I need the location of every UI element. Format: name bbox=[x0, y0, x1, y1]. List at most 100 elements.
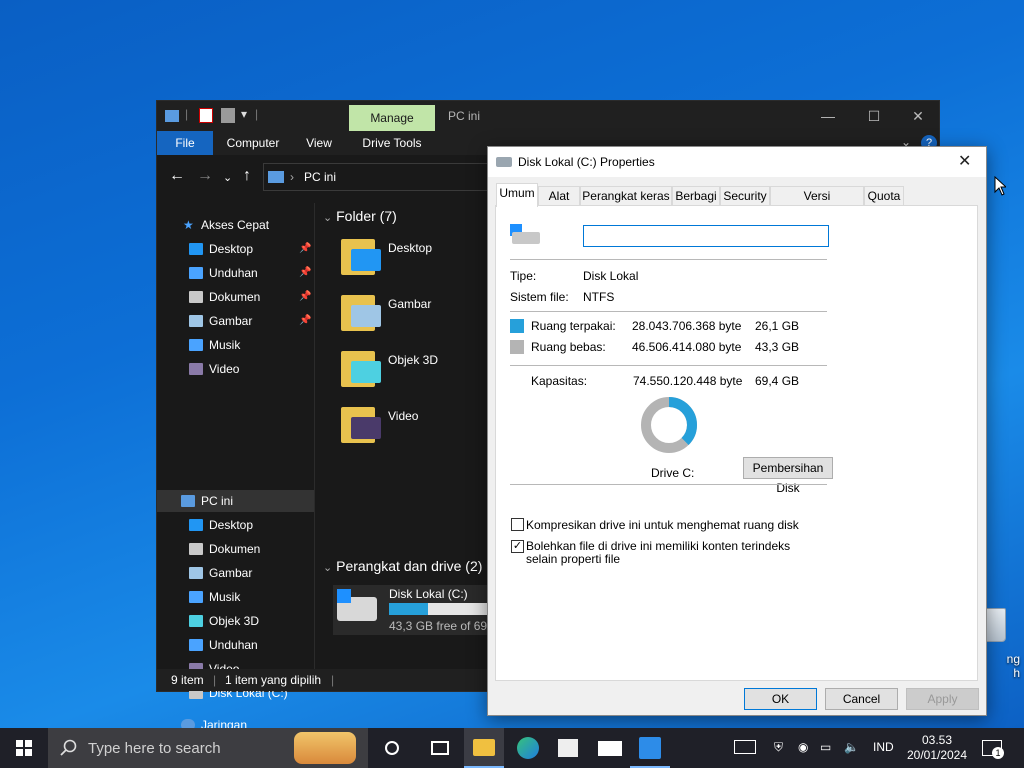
drive-c-tile[interactable]: Disk Lokal (C:) 43,3 GB free of 69,4 GB bbox=[333, 585, 493, 635]
nav-item-unduhan[interactable]: Unduhan bbox=[157, 634, 314, 656]
windows-logo-icon bbox=[16, 740, 32, 756]
pin-icon[interactable]: 📌 bbox=[299, 262, 311, 284]
index-label[interactable]: Bolehkan file di drive ini memiliki kont… bbox=[526, 540, 816, 566]
recent-locations-icon[interactable]: ⌄ bbox=[223, 171, 232, 184]
star-icon: ★ bbox=[183, 218, 194, 232]
edge-taskbar-button[interactable] bbox=[508, 728, 548, 768]
new-folder-icon[interactable] bbox=[221, 108, 235, 123]
pin-icon[interactable]: 📌 bbox=[299, 310, 311, 332]
minimize-button[interactable]: — bbox=[805, 101, 851, 131]
nav-item-desktop[interactable]: Desktop 📌 bbox=[157, 238, 314, 260]
drive-usage-fill bbox=[389, 603, 429, 615]
notification-icon[interactable]: 1 bbox=[982, 740, 1004, 759]
nav-item-gambar[interactable]: Gambar 📌 bbox=[157, 310, 314, 332]
nav-pc-ini[interactable]: PC ini bbox=[157, 490, 314, 512]
compress-label[interactable]: Kompresikan drive ini untuk menghemat ru… bbox=[526, 518, 799, 532]
nav-item-unduhan[interactable]: Unduhan 📌 bbox=[157, 262, 314, 284]
nav-item-desktop[interactable]: Desktop bbox=[157, 514, 314, 536]
nav-label: Dokumen bbox=[209, 290, 261, 304]
news-icon[interactable] bbox=[734, 740, 756, 754]
index-checkbox[interactable]: ✓ bbox=[511, 540, 524, 553]
tab-quota[interactable]: Quota bbox=[864, 186, 904, 206]
disk-cleanup-button[interactable]: Pembersihan Disk bbox=[743, 457, 833, 495]
divider bbox=[510, 365, 827, 366]
language-indicator[interactable]: IND bbox=[873, 740, 894, 754]
free-color-swatch bbox=[510, 340, 524, 354]
nav-label: Gambar bbox=[209, 314, 253, 328]
customize-qa-icon[interactable]: ▾ bbox=[241, 107, 247, 121]
nav-item-icon bbox=[189, 615, 203, 627]
cortana-button[interactable] bbox=[372, 728, 412, 768]
folder-label[interactable]: Desktop bbox=[388, 241, 432, 255]
mail-taskbar-button[interactable] bbox=[590, 728, 630, 768]
forward-arrow-icon[interactable]: → bbox=[197, 167, 213, 185]
tab-manage[interactable]: Manage bbox=[349, 105, 435, 132]
drive-name: Disk Lokal (C:) bbox=[389, 587, 468, 601]
properties-taskbar-button[interactable] bbox=[630, 728, 670, 768]
drive-c-label: Drive C: bbox=[651, 466, 695, 480]
folder-videos-icon[interactable] bbox=[341, 403, 383, 445]
drive-free-text: 43,3 GB free of 69,4 GB bbox=[389, 619, 493, 633]
tab-view[interactable]: View bbox=[299, 131, 339, 155]
drives-group-header[interactable]: ⌄ Perangkat dan drive (2) bbox=[323, 558, 482, 574]
folder-3d-objects-icon[interactable] bbox=[341, 347, 383, 389]
close-button[interactable]: ✕ bbox=[895, 101, 941, 131]
apply-button[interactable]: Apply bbox=[906, 688, 979, 710]
nav-item-objek-3d[interactable]: Objek 3D bbox=[157, 610, 314, 632]
clock[interactable]: 03.53 20/01/2024 bbox=[906, 733, 968, 763]
nav-item-dokumen[interactable]: Dokumen 📌 bbox=[157, 286, 314, 308]
pin-icon[interactable]: 📌 bbox=[299, 286, 311, 308]
tab-berbagi[interactable]: Berbagi bbox=[672, 186, 720, 206]
pin-icon[interactable]: 📌 bbox=[299, 238, 311, 260]
tab-perangkat-keras[interactable]: Perangkat keras bbox=[580, 186, 672, 206]
volume-muted-icon[interactable]: 🔈 bbox=[844, 740, 859, 754]
tab-versi-sebelumnya[interactable]: Versi Sebelumnya bbox=[770, 186, 864, 221]
item-count: 9 item bbox=[171, 673, 204, 687]
security-shield-icon[interactable]: ⛨ bbox=[774, 740, 783, 755]
nav-label: Gambar bbox=[209, 566, 253, 580]
navigation-pane: ★ Akses Cepat Desktop 📌 Unduhan 📌 Dokumen 📌 Ga… bbox=[157, 203, 315, 732]
start-button[interactable] bbox=[0, 728, 48, 768]
divider bbox=[510, 311, 827, 312]
nav-item-dokumen[interactable]: Dokumen bbox=[157, 538, 314, 560]
folder-label[interactable]: Gambar bbox=[388, 297, 431, 311]
chevron-down-icon: ⌄ bbox=[323, 562, 333, 574]
nav-item-icon bbox=[189, 519, 203, 531]
back-arrow-icon[interactable]: ← bbox=[169, 167, 185, 185]
folder-group-header[interactable]: ⌄ Folder (7) bbox=[323, 208, 397, 224]
tab-file[interactable]: File bbox=[157, 131, 213, 155]
nav-label: Unduhan bbox=[209, 266, 258, 280]
folder-pictures-icon[interactable] bbox=[341, 291, 383, 333]
tab-alat[interactable]: Alat bbox=[538, 186, 580, 206]
nav-item-gambar[interactable]: Gambar bbox=[157, 562, 314, 584]
up-arrow-icon[interactable]: ↑ bbox=[243, 167, 251, 185]
cancel-button[interactable]: Cancel bbox=[825, 688, 898, 710]
network-icon[interactable]: ▭ bbox=[820, 740, 831, 754]
ok-button[interactable]: OK bbox=[744, 688, 817, 710]
close-icon[interactable]: ✕ bbox=[958, 151, 971, 171]
window-title: PC ini bbox=[448, 109, 481, 123]
tab-computer[interactable]: Computer bbox=[223, 131, 283, 155]
taskbar-search-box[interactable]: Type here to search bbox=[48, 728, 368, 768]
filesystem-value: NTFS bbox=[583, 290, 615, 304]
folder-label[interactable]: Objek 3D bbox=[388, 353, 438, 367]
task-view-button[interactable] bbox=[420, 728, 460, 768]
tab-drive-tools[interactable]: Drive Tools bbox=[357, 131, 427, 155]
nav-quick-access[interactable]: ★ Akses Cepat bbox=[157, 214, 314, 236]
file-explorer-taskbar-button[interactable] bbox=[464, 728, 504, 768]
tab-security[interactable]: Security bbox=[720, 186, 770, 206]
folder-label[interactable]: Video bbox=[388, 409, 418, 423]
folder-desktop-icon[interactable] bbox=[341, 235, 383, 277]
address-input[interactable]: › PC ini bbox=[263, 163, 503, 191]
compress-checkbox[interactable] bbox=[511, 518, 524, 531]
meet-now-icon[interactable]: ◉ bbox=[798, 740, 808, 754]
nav-item-video[interactable]: Video bbox=[157, 358, 314, 380]
nav-item-musik[interactable]: Musik bbox=[157, 586, 314, 608]
nav-item-icon bbox=[189, 567, 203, 579]
properties-icon[interactable] bbox=[199, 108, 213, 123]
nav-item-musik[interactable]: Musik bbox=[157, 334, 314, 356]
tab-umum[interactable]: Umum bbox=[496, 183, 538, 207]
drive-name-input[interactable] bbox=[583, 225, 829, 247]
store-taskbar-button[interactable] bbox=[548, 728, 588, 768]
maximize-button[interactable]: ☐ bbox=[851, 101, 897, 131]
